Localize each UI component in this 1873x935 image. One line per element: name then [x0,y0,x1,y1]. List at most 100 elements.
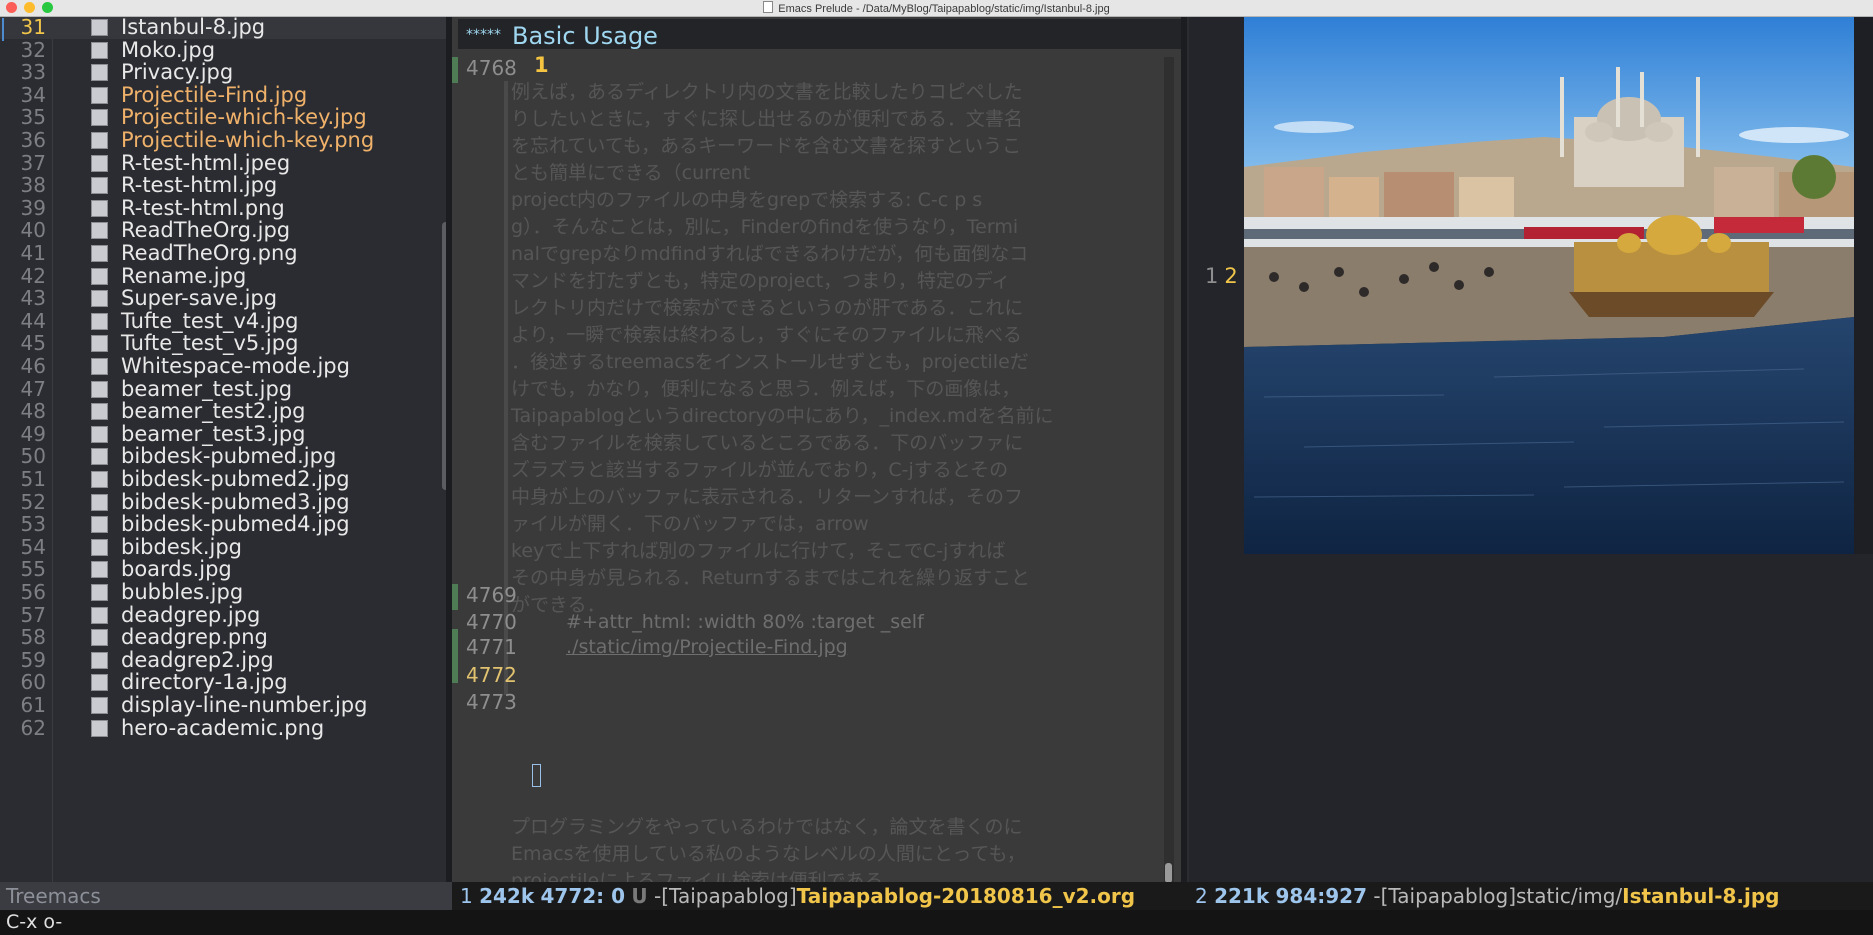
treemacs-file-name[interactable]: bibdesk-pubmed4.jpg [121,513,350,536]
treemacs-file-row[interactable]: 58 deadgrep.png [0,626,450,649]
image-file-icon [91,674,108,692]
image-file-icon [91,86,108,104]
org-buffer[interactable]: ***** Basic Usage 4768 1 例えば，あるディレクトリ内の文… [452,17,1181,882]
treemacs-file-name[interactable]: beamer_test.jpg [121,377,292,401]
lower-paragraph-text[interactable]: プログラミングをやっているわけではなく，論文を書くのに Emacsを使用している私… [511,814,1121,882]
image-file-icon [91,290,108,308]
paragraph-line: Emacsを使用している私のようなレベルの人間にとっても， [511,843,1026,865]
treemacs-file-name[interactable]: hero-academic.png [121,716,324,740]
treemacs-file-row[interactable]: 60 directory-1a.jpg [0,671,450,694]
treemacs-file-name[interactable]: bibdesk-pubmed2.jpg [121,468,350,491]
treemacs-line-number: 50 [20,444,46,469]
paragraph-line: とも簡単にできる（current [511,162,751,184]
treemacs-file-row[interactable]: 32 Moko.jpg [0,38,450,62]
treemacs-file-row[interactable]: 51 bibdesk-pubmed2.jpg [0,468,450,491]
treemacs-file-name[interactable]: Tufte_test_v5.jpg [121,332,298,355]
treemacs-file-name[interactable]: ReadTheOrg.png [121,242,298,265]
treemacs-file-row[interactable]: 43 Super-save.jpg [0,287,450,310]
treemacs-file-row[interactable]: 37 R-test-html.jpeg [0,151,450,175]
treemacs-file-row[interactable]: 55 boards.jpg [0,558,450,581]
treemacs-file-row[interactable]: 47 beamer_test.jpg [0,376,450,401]
treemacs-line-number: 47 [20,376,46,401]
buffer-scrollbar[interactable] [1164,57,1174,882]
treemacs-file-row[interactable]: 36 Projectile-which-key.png [0,129,450,152]
image-buffer[interactable]: 12 [1189,17,1873,882]
treemacs-file-row[interactable]: 39 R-test-html.png [0,196,450,220]
minibuffer[interactable]: C-x o- [0,910,1873,935]
treemacs-file-name[interactable]: Projectile-which-key.png [121,129,374,152]
treemacs-file-row[interactable]: 48 beamer_test2.jpg [0,400,450,423]
treemacs-file-name[interactable]: beamer_test3.jpg [121,422,306,446]
treemacs-file-name[interactable]: boards.jpg [121,558,232,581]
treemacs-file-name[interactable]: bibdesk.jpg [121,535,242,559]
treemacs-file-row[interactable]: 56 bubbles.jpg [0,581,450,604]
paragraph-line: レクトリ内だけで検索ができるというのが肝である．これに [511,297,1024,319]
treemacs-file-row[interactable]: 62 hero-academic.png [0,716,450,740]
treemacs-file-name[interactable]: display-line-number.jpg [121,694,367,717]
treemacs-file-row[interactable]: 44 Tufte_test_v4.jpg [0,308,450,333]
treemacs-file-name[interactable]: bibdesk-pubmed3.jpg [121,490,350,514]
treemacs-file-row[interactable]: 49 beamer_test3.jpg [0,422,450,446]
line-number: 4770 [466,610,517,634]
treemacs-file-name[interactable]: bibdesk-pubmed.jpg [121,445,336,468]
line-number: 4772 [466,663,517,687]
treemacs-file-name[interactable]: Whitespace-mode.jpg [121,355,350,378]
treemacs-file-row[interactable]: 52 bibdesk-pubmed3.jpg [0,490,450,514]
treemacs-file-name[interactable]: bubbles.jpg [121,581,243,604]
treemacs-file-name[interactable]: Rename.jpg [121,264,246,288]
image-scrollbar[interactable] [1854,17,1873,554]
treemacs-file-name[interactable]: R-test-html.jpeg [121,151,290,175]
image-file-icon [91,245,108,262]
treemacs-file-row[interactable]: 50 bibdesk-pubmed.jpg [0,445,450,468]
treemacs-file-name[interactable]: deadgrep.jpg [121,603,260,627]
treemacs-line-number: 36 [20,128,46,152]
treemacs-sidebar[interactable]: 31 Istanbul-8.jpg 32 Moko.jpg 33 Privacy.jpg 3… [0,17,450,882]
treemacs-file-name[interactable]: R-test-html.png [121,196,285,220]
treemacs-file-row[interactable]: 34 Projectile-Find.jpg [0,83,450,107]
treemacs-file-row[interactable]: 57 deadgrep.jpg [0,603,450,627]
treemacs-file-row[interactable]: 42 Rename.jpg [0,264,450,288]
window-divider[interactable] [1181,17,1187,882]
org-heading[interactable]: ***** Basic Usage [458,19,1181,50]
treemacs-file-row[interactable]: 61 display-line-number.jpg [0,694,450,717]
buffer-scrollbar-thumb[interactable] [1165,863,1172,882]
treemacs-file-row[interactable]: 40 ReadTheOrg.jpg [0,219,450,242]
treemacs-file-name[interactable]: deadgrep2.jpg [121,648,274,672]
treemacs-file-name[interactable]: beamer_test2.jpg [121,400,306,423]
treemacs-line-number: 44 [20,308,46,333]
treemacs-line-number: 59 [20,647,46,672]
treemacs-file-row[interactable]: 38 R-test-html.jpg [0,174,450,197]
buffer-file-name: Taipapablog-20180816_v2.org [796,884,1136,908]
treemacs-file-name[interactable]: ReadTheOrg.jpg [121,219,290,242]
treemacs-line-number: 35 [20,105,46,130]
image-file-icon [91,516,108,534]
treemacs-file-name[interactable]: Super-save.jpg [121,287,277,310]
treemacs-file-name[interactable]: deadgrep.png [121,626,268,649]
treemacs-file-row[interactable]: 59 deadgrep2.jpg [0,647,450,672]
treemacs-file-row[interactable]: 54 bibdesk.jpg [0,535,450,559]
treemacs-file-row[interactable]: 33 Privacy.jpg [0,61,450,84]
treemacs-file-name[interactable]: directory-1a.jpg [121,671,288,694]
heading-title: Basic Usage [512,22,658,50]
highlight-marker: 1 [534,53,549,77]
treemacs-file-row[interactable]: 31 Istanbul-8.jpg [0,17,450,41]
treemacs-file-name[interactable]: Moko.jpg [121,38,215,62]
window-title: Emacs Prelude - /Data/MyBlog/Taipapablog… [778,3,1110,15]
treemacs-file-row[interactable]: 45 Tufte_test_v5.jpg [0,332,450,355]
treemacs-file-row[interactable]: 53 bibdesk-pubmed4.jpg [0,513,450,536]
treemacs-file-name[interactable]: Tufte_test_v4.jpg [121,309,298,333]
treemacs-file-name[interactable]: Projectile-which-key.jpg [121,106,367,129]
treemacs-file-row[interactable]: 41 ReadTheOrg.png [0,242,450,265]
treemacs-file-row[interactable]: 46 Whitespace-mode.jpg [0,355,450,378]
image-file-icon [91,403,108,421]
paragraph-text[interactable]: 例えば，あるディレクトリ内の文書を比較したりコピペした りしたいときに，すぐに探し… [511,79,1121,619]
paragraph-line: Taipapablogというdirectoryの中にあり，_index.mdを名… [511,405,1054,427]
treemacs-file-name[interactable]: Istanbul-8.jpg [121,17,265,39]
paragraph-line: りしたいときに，すぐに探し出せるのが便利である．文書名 [511,108,1023,130]
treemacs-file-row[interactable]: 35 Projectile-which-key.jpg [0,106,450,129]
treemacs-file-name[interactable]: Privacy.jpg [121,61,233,84]
image-file-icon [91,19,108,36]
treemacs-file-name[interactable]: Projectile-Find.jpg [121,83,307,107]
image-link[interactable]: ./static/img/Projectile-Find.jpg [566,636,848,658]
treemacs-file-name[interactable]: R-test-html.jpg [121,174,277,197]
